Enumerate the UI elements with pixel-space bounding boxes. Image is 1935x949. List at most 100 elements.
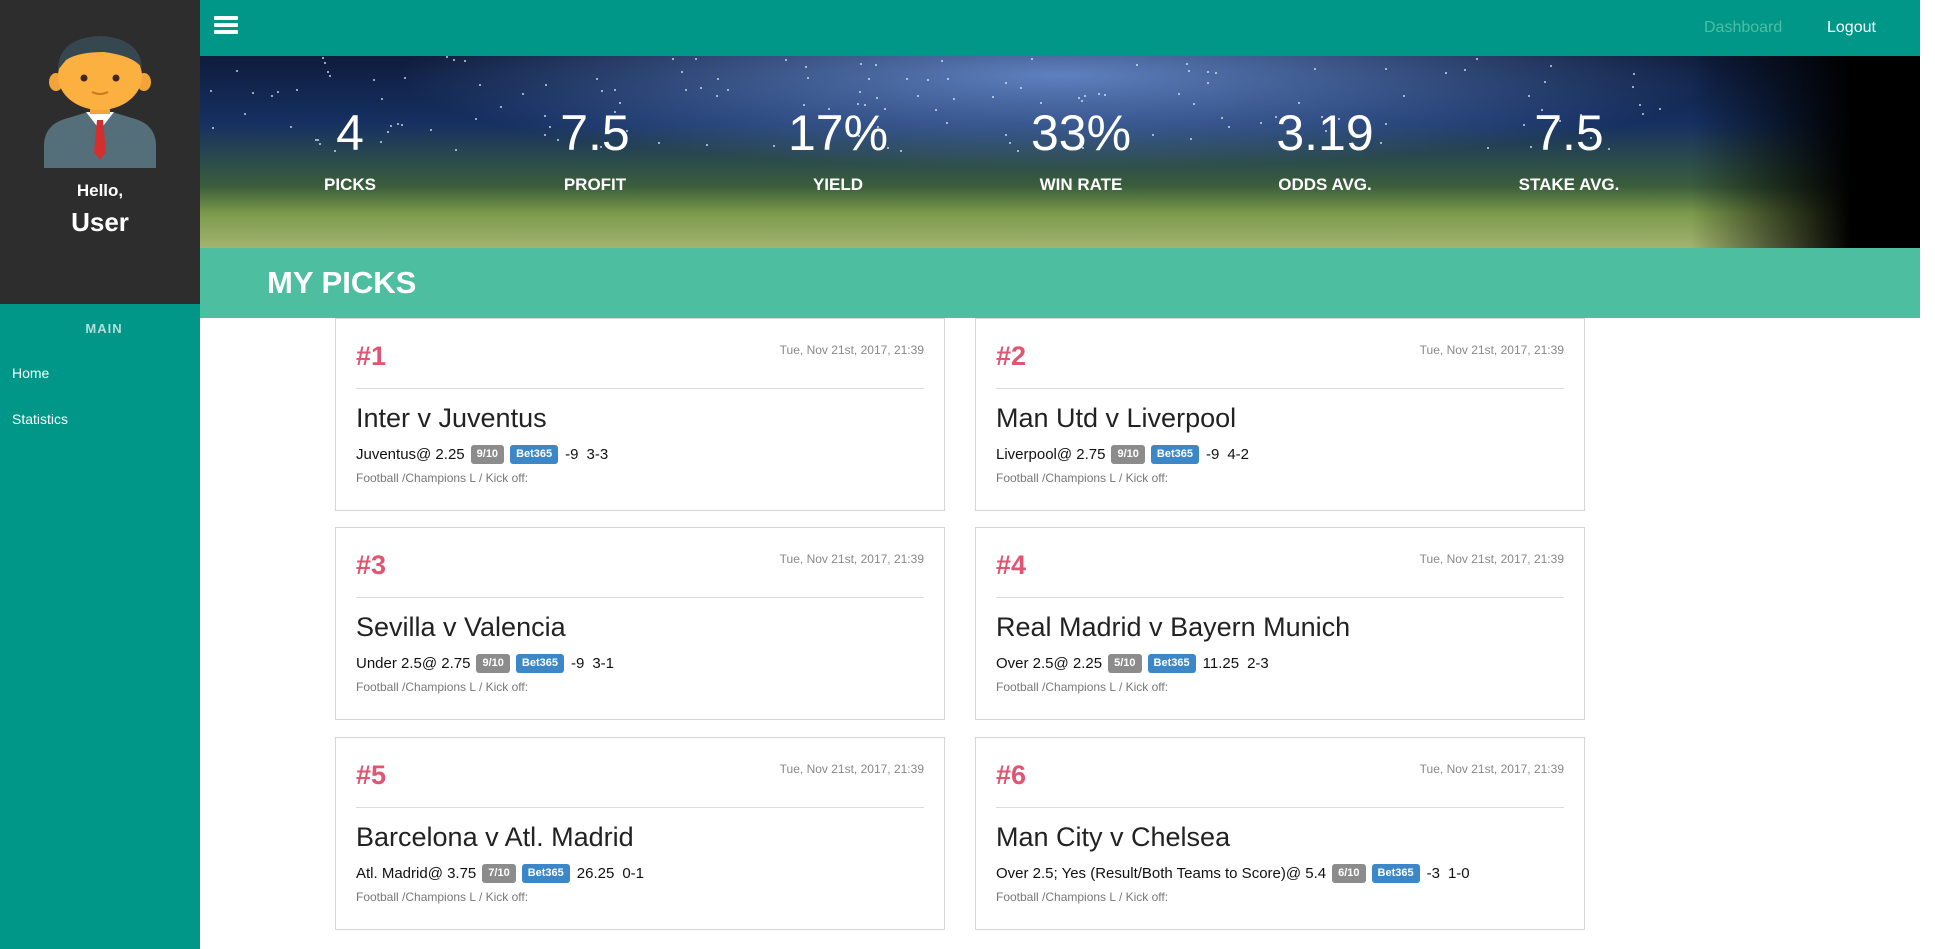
stake-badge: 9/10 (476, 654, 510, 673)
stadium-light (212, 127, 214, 129)
pick-selection: Juventus@ 2.25 (356, 446, 465, 463)
stadium-light (917, 95, 919, 97)
stake-badge: 7/10 (482, 864, 516, 883)
stadium-light (453, 59, 455, 61)
pick-meta: Football /Champions L / Kick off: (996, 890, 1169, 904)
stadium-light (545, 84, 547, 86)
pick-score: 4-2 (1227, 446, 1249, 463)
stadium-light (601, 90, 603, 92)
stadium-light (935, 109, 937, 111)
stadium-light (1314, 68, 1316, 70)
pick-number: #2 (996, 341, 1027, 371)
stadium-light (479, 84, 481, 86)
stadium-light (1633, 73, 1635, 75)
stadium-light (1190, 138, 1192, 140)
stadium-light (860, 63, 862, 65)
pick-profit: 26.25 (576, 865, 615, 882)
pick-selection: Over 2.5; Yes (Result/Both Teams to Scor… (996, 865, 1327, 882)
pick-meta: Football /Champions L / Kick off: (356, 471, 529, 485)
stake-badge: 9/10 (470, 445, 505, 464)
pick-profit: -9 (565, 446, 579, 463)
stadium-light (906, 78, 908, 80)
pick-score: 3-3 (586, 446, 609, 463)
stadium-light (1403, 95, 1405, 97)
stadium-light (1081, 100, 1083, 102)
pick-card[interactable]: #4 Tue, Nov 21st, 2017, 21:39 Real Madri… (975, 527, 1585, 720)
stadium-light (324, 62, 326, 64)
pick-card[interactable]: #3 Tue, Nov 21st, 2017, 21:39 Sevilla v … (335, 527, 945, 720)
stadium-light (727, 89, 729, 91)
stadium-light (464, 60, 466, 62)
stat-profit: 7.5 Profit (515, 108, 675, 195)
pick-date: Tue, Nov 21st, 2017, 21:39 (1419, 552, 1564, 566)
divider (356, 597, 924, 598)
stat-odds-avg: 3.19 Odds avg. (1245, 108, 1405, 195)
pick-score: 0-1 (622, 865, 645, 882)
stat-label: Odds avg. (1278, 175, 1372, 194)
stadium-light (992, 96, 994, 98)
stadium-light (296, 89, 298, 91)
stadium-light (1544, 81, 1546, 83)
stadium-light (685, 89, 687, 91)
bookmaker-badge: Bet365 (1371, 864, 1420, 883)
pick-card[interactable]: #1 Tue, Nov 21st, 2017, 21:39 Inter v Ju… (335, 318, 945, 511)
pick-profit: -3 (1426, 865, 1440, 882)
stadium-light (1298, 102, 1300, 104)
stadium-light (1464, 69, 1466, 71)
nav-link-dashboard[interactable]: Dashboard (1704, 19, 1782, 37)
pick-details: Juventus@ 2.25 9/10 Bet365 -9 3-3 (356, 445, 608, 464)
pick-card[interactable]: #6 Tue, Nov 21st, 2017, 21:39 Man City v… (975, 737, 1585, 930)
stadium-light (1550, 65, 1552, 67)
stake-badge: 5/10 (1108, 654, 1142, 673)
stat-value: 4 (336, 105, 364, 161)
stat-yield: 17% Yield (758, 108, 918, 195)
greeting: Hello, (76, 181, 124, 200)
menu-toggle-icon[interactable] (214, 16, 238, 38)
stadium-light (927, 79, 929, 81)
nav-section-title: MAIN (85, 321, 123, 336)
stadium-light (1228, 126, 1230, 128)
stadium-light (619, 102, 621, 104)
pick-card[interactable]: #2 Tue, Nov 21st, 2017, 21:39 Man Utd v … (975, 318, 1585, 511)
divider (996, 388, 1564, 389)
pick-meta: Football /Champions L / Kick off: (996, 471, 1169, 485)
stadium-light (695, 58, 697, 60)
sidebar-item-statistics[interactable]: Statistics (12, 411, 68, 427)
stadium-light (1078, 97, 1080, 99)
stadium-light (522, 93, 524, 95)
pick-date: Tue, Nov 21st, 2017, 21:39 (779, 762, 924, 776)
pick-score: 3-1 (592, 655, 614, 672)
stadium-light (271, 95, 273, 97)
stadium-light (681, 71, 683, 73)
stadium-light (1207, 71, 1209, 73)
sidebar: Hello, User MAIN Home Statistics (0, 0, 200, 949)
stake-badge: 9/10 (1111, 445, 1145, 464)
bookmaker-badge: Bet365 (1150, 445, 1199, 464)
stadium-light (716, 95, 718, 97)
pick-meta: Football /Champions L / Kick off: (996, 680, 1169, 694)
pick-date: Tue, Nov 21st, 2017, 21:39 (1419, 762, 1564, 776)
divider (996, 597, 1564, 598)
pick-match: Inter v Juventus (356, 403, 547, 433)
stadium-light (805, 66, 807, 68)
user-name: User (71, 207, 129, 237)
stadium-light (1005, 82, 1007, 84)
stadium-light (596, 78, 598, 80)
stadium-light (1104, 94, 1106, 96)
stadium-light (1178, 93, 1180, 95)
pick-number: #5 (356, 760, 387, 790)
stat-label: Profit (563, 175, 627, 194)
nav-link-logout[interactable]: Logout (1827, 19, 1876, 37)
pick-meta: Football /Champions L / Kick off: (356, 680, 529, 694)
bookmaker-badge: Bet365 (1147, 654, 1196, 673)
pick-match: Barcelona v Atl. Madrid (356, 822, 634, 852)
pick-card[interactable]: #5 Tue, Nov 21st, 2017, 21:39 Barcelona … (335, 737, 945, 930)
stadium-light (277, 91, 279, 93)
stat-value: 7.5 (1534, 105, 1604, 161)
stadium-light (329, 75, 331, 77)
stat-label: Yield (812, 175, 864, 194)
sidebar-item-home[interactable]: Home (12, 365, 49, 381)
stadium-light (946, 122, 948, 124)
pick-selection: Liverpool@ 2.75 (996, 446, 1106, 463)
bookmaker-badge: Bet365 (521, 864, 570, 883)
